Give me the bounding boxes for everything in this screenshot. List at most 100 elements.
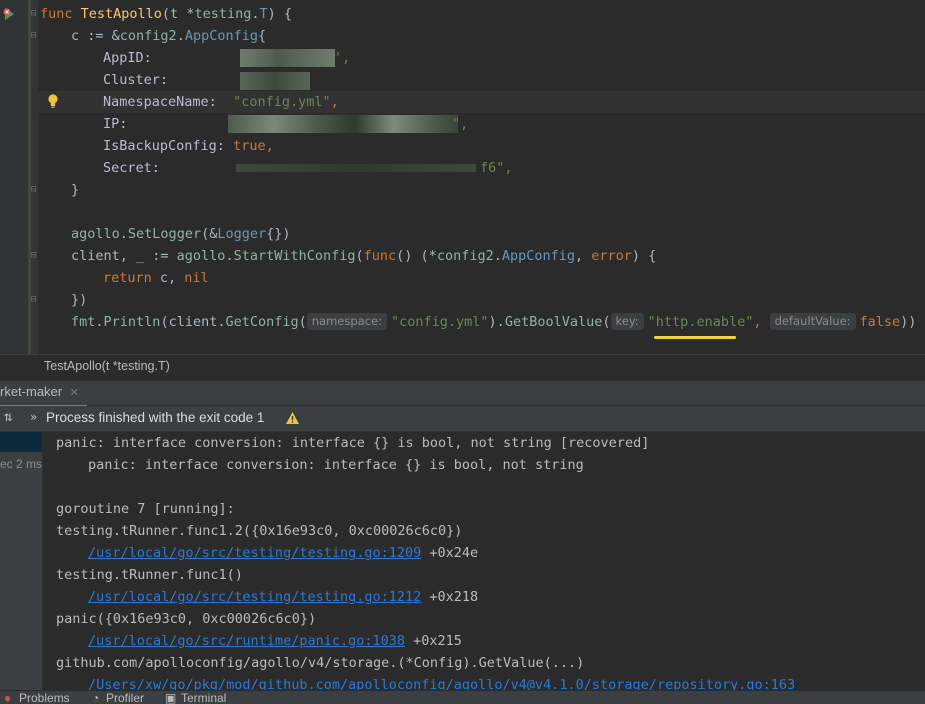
token-package: config2 bbox=[119, 28, 177, 44]
token-function: SetLogger bbox=[127, 226, 202, 242]
run-status-bar: ⇅ » Process finished with the exit code … bbox=[0, 406, 925, 432]
console-line[interactable]: /usr/local/go/src/testing/testing.go:121… bbox=[88, 586, 478, 608]
code-line[interactable]: AppID: bbox=[103, 47, 152, 69]
token-text: (client. bbox=[160, 314, 226, 330]
token-type: AppConfig bbox=[501, 248, 576, 264]
token-string: f6", bbox=[480, 160, 513, 176]
code-line[interactable]: IP: bbox=[103, 113, 127, 135]
token-text: . bbox=[119, 226, 128, 242]
token-text: . bbox=[176, 28, 185, 44]
fold-marker-icon[interactable]: ⊟ bbox=[29, 250, 38, 261]
fold-marker-icon[interactable]: ⊟ bbox=[29, 8, 38, 19]
token-package: fmt bbox=[71, 314, 96, 330]
code-line[interactable]: return c, nil bbox=[103, 267, 209, 289]
token-package: testing bbox=[194, 6, 252, 22]
code-line[interactable]: agollo.SetLogger(&Logger{}) bbox=[71, 223, 291, 245]
code-line[interactable]: Cluster: bbox=[103, 69, 168, 91]
code-line[interactable]: IsBackupConfig: true, bbox=[103, 135, 274, 157]
token-function: StartWithConfig bbox=[233, 248, 356, 264]
token-field: NamespaceName: bbox=[103, 94, 217, 110]
token-text: . bbox=[493, 248, 502, 264]
process-status-text: Process finished with the exit code 1 bbox=[46, 410, 265, 425]
token-field: IP: bbox=[103, 116, 128, 132]
terminal-icon[interactable]: ▣ bbox=[165, 692, 176, 704]
token-keyword: false bbox=[859, 314, 901, 330]
test-tree-pane[interactable]: ec 2 ms bbox=[0, 432, 43, 690]
token-text: { bbox=[257, 28, 267, 44]
run-test-icon[interactable] bbox=[2, 6, 18, 22]
console-line[interactable]: /usr/local/go/src/testing/testing.go:120… bbox=[88, 542, 478, 564]
token-function: TestApollo bbox=[80, 6, 162, 22]
fold-marker-icon[interactable]: ⊟ bbox=[29, 184, 38, 195]
token-string: "config.yml" bbox=[233, 94, 331, 110]
terminal-tab[interactable]: Terminal bbox=[181, 692, 226, 704]
console-text: github.com/apolloconfig/agollo/v4/storag… bbox=[56, 655, 585, 671]
parameter-hint: defaultValue: bbox=[769, 313, 856, 330]
sort-icon[interactable]: ⇅ bbox=[4, 409, 12, 425]
token-string: "http.enable" bbox=[647, 314, 754, 330]
token-text: () (* bbox=[396, 248, 437, 264]
problems-tab[interactable]: Problems bbox=[19, 692, 70, 704]
close-icon[interactable]: ✕ bbox=[70, 387, 79, 399]
code-editor[interactable]: ⊟ ⊟ ⊟ ⊟ ⊟ func TestApollo(t *testing.T) … bbox=[0, 0, 925, 354]
fold-marker-icon[interactable]: ⊟ bbox=[29, 294, 38, 305]
tree-row-selected[interactable] bbox=[0, 432, 42, 452]
file-link[interactable]: /usr/local/go/src/testing/testing.go:121… bbox=[88, 589, 421, 605]
token-function: GetBoolValue bbox=[504, 314, 603, 330]
console-line: goroutine 7 [running]: bbox=[56, 498, 235, 520]
token-text: , bbox=[575, 248, 592, 264]
code-line[interactable]: }) bbox=[71, 289, 87, 311]
code-line-tail: ', bbox=[334, 47, 350, 69]
console-text: panic: interface conversion: interface {… bbox=[88, 457, 584, 473]
token-text: c, bbox=[159, 270, 185, 286]
token-function: Println bbox=[103, 314, 161, 330]
console-text: testing.tRunner.func1() bbox=[56, 567, 243, 583]
parameter-hint: key: bbox=[610, 313, 644, 330]
token-text: )) bbox=[900, 314, 917, 330]
token-package: agollo bbox=[71, 226, 120, 242]
breadcrumb[interactable]: TestApollo(t *testing.T) bbox=[0, 354, 925, 381]
console-text: panic({0x16e93c0, 0xc00026c6c0}) bbox=[56, 611, 317, 627]
token-field: AppID: bbox=[103, 50, 152, 66]
console-line: panic: interface conversion: interface {… bbox=[88, 454, 584, 476]
token-string: "config.yml" bbox=[391, 314, 489, 330]
code-line[interactable]: } bbox=[71, 179, 79, 201]
redacted-value bbox=[240, 72, 310, 90]
code-line[interactable]: client, _ := agollo.StartWithConfig(func… bbox=[71, 245, 656, 267]
test-duration: ec 2 ms bbox=[0, 457, 43, 471]
token-type: AppConfig bbox=[184, 28, 258, 44]
code-line-tail: f6", bbox=[480, 157, 513, 179]
console-output[interactable]: panic: interface conversion: interface {… bbox=[43, 432, 925, 690]
token-type: T bbox=[259, 6, 268, 22]
code-line[interactable]: fmt.Println(client.GetConfig(namespace: "… bbox=[71, 311, 916, 333]
profiler-icon[interactable]: ◔ bbox=[92, 692, 99, 704]
chevron-right-icon[interactable]: » bbox=[30, 410, 37, 424]
profiler-tab[interactable]: Profiler bbox=[106, 692, 144, 704]
file-link[interactable]: /Users/xw/go/pkg/mod/github.com/apolloco… bbox=[88, 677, 795, 690]
console-line[interactable]: /Users/xw/go/pkg/mod/github.com/apolloco… bbox=[88, 674, 795, 690]
console-offset: +0x24e bbox=[421, 545, 479, 561]
file-link[interactable]: /usr/local/go/src/testing/testing.go:120… bbox=[88, 545, 421, 561]
problems-icon[interactable]: ● bbox=[4, 692, 11, 704]
lightbulb-icon[interactable] bbox=[46, 93, 60, 109]
token-keyword: , bbox=[330, 94, 339, 110]
token-text: ( bbox=[298, 314, 307, 330]
breadcrumb-item[interactable]: TestApollo(t *testing.T) bbox=[44, 359, 170, 373]
token-text: . bbox=[225, 248, 234, 264]
code-line[interactable]: c := &config2.AppConfig{ bbox=[71, 25, 266, 47]
run-tab[interactable]: rket-maker ✕ bbox=[0, 381, 87, 407]
fold-marker-icon[interactable]: ⊟ bbox=[29, 30, 38, 41]
token-text: ) { bbox=[267, 6, 293, 22]
console-line[interactable]: /usr/local/go/src/runtime/panic.go:1038 … bbox=[88, 630, 462, 652]
token-field: Secret: bbox=[103, 160, 160, 176]
token-text: ). bbox=[488, 314, 505, 330]
token-keyword: nil bbox=[184, 270, 209, 286]
file-link[interactable]: /usr/local/go/src/runtime/panic.go:1038 bbox=[88, 633, 405, 649]
token-text: } bbox=[71, 182, 80, 198]
code-line[interactable]: func TestApollo(t *testing.T) { bbox=[40, 3, 292, 25]
token-string: ", bbox=[452, 116, 469, 132]
token-keyword: , bbox=[265, 138, 274, 154]
token-keyword: , bbox=[753, 314, 770, 330]
code-line[interactable]: NamespaceName: "config.yml", bbox=[103, 91, 339, 113]
code-line[interactable]: Secret: bbox=[103, 157, 160, 179]
